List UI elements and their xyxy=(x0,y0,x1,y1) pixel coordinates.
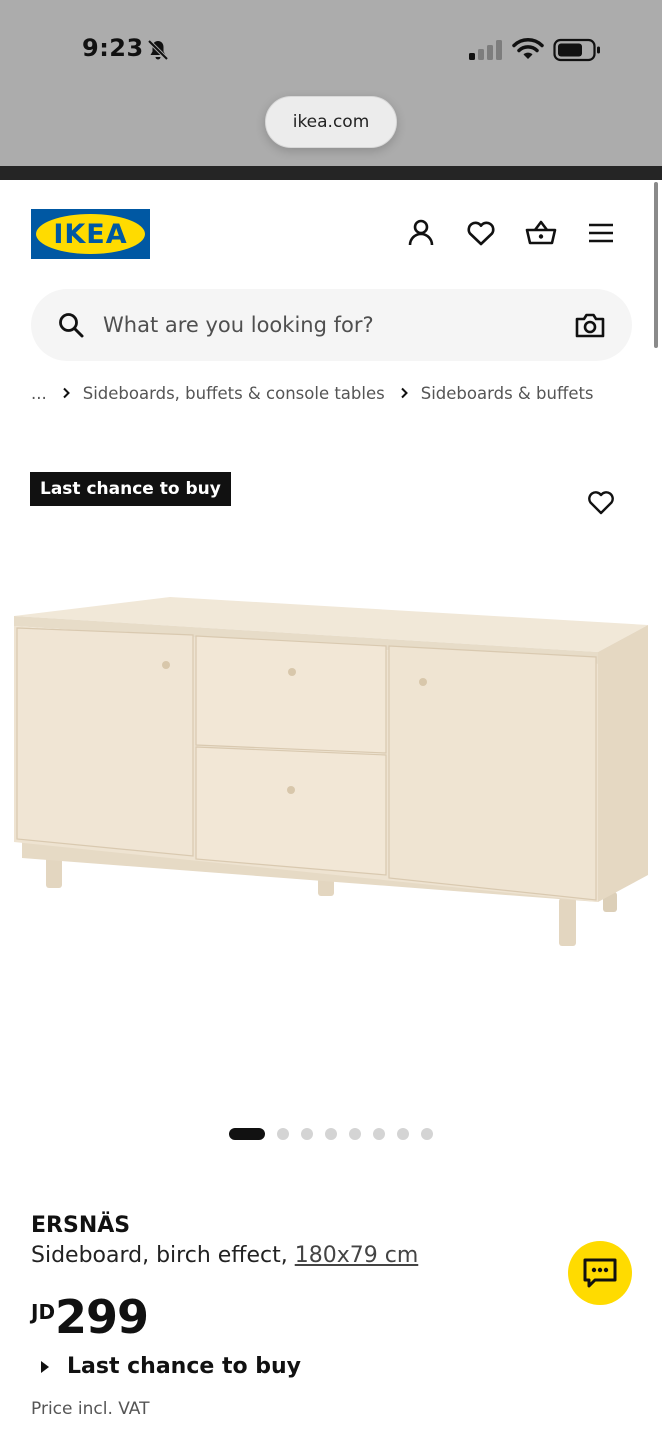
caret-right-icon xyxy=(41,1360,49,1373)
breadcrumb-item[interactable]: Sideboards, buffets & console tables xyxy=(83,384,385,403)
price-vat-note: Price incl. VAT xyxy=(31,1399,150,1419)
shopping-basket-icon[interactable] xyxy=(524,216,558,250)
carousel-dot[interactable] xyxy=(349,1128,361,1140)
url-bar[interactable]: ikea.com xyxy=(265,96,397,148)
cellular-signal-icon xyxy=(469,40,502,60)
camera-icon[interactable] xyxy=(574,311,606,339)
logo-text: IKEA xyxy=(53,218,128,250)
search-bar[interactable] xyxy=(31,289,632,361)
search-input[interactable] xyxy=(103,305,543,345)
last-chance-toggle[interactable]: Last chance to buy xyxy=(40,1354,301,1379)
chevron-right-icon xyxy=(401,387,408,399)
browser-toolbar-edge xyxy=(0,166,662,180)
profile-icon[interactable] xyxy=(404,216,438,250)
carousel-dot[interactable] xyxy=(373,1128,385,1140)
chevron-right-icon xyxy=(63,387,70,399)
status-time: 9:23 xyxy=(82,34,144,62)
price-currency: JD xyxy=(31,1300,56,1324)
product-type: Sideboard, birch effect, xyxy=(31,1243,288,1268)
last-chance-badge: Last chance to buy xyxy=(30,472,231,506)
carousel-dot-active[interactable] xyxy=(229,1128,265,1140)
page-scrollbar[interactable] xyxy=(654,182,658,348)
wifi-icon xyxy=(512,38,544,59)
carousel-dot[interactable] xyxy=(301,1128,313,1140)
logo-oval: IKEA xyxy=(36,214,145,254)
product-price: JD 299 xyxy=(31,1290,149,1344)
carousel-dot[interactable] xyxy=(397,1128,409,1140)
carousel-dot[interactable] xyxy=(421,1128,433,1140)
product-name: ERSNÄS xyxy=(31,1213,131,1238)
bell-slash-icon xyxy=(147,39,169,61)
battery-icon xyxy=(553,38,600,62)
heart-icon[interactable] xyxy=(464,216,498,250)
carousel-dot[interactable] xyxy=(325,1128,337,1140)
breadcrumb-item[interactable]: Sideboards & buffets xyxy=(421,384,594,403)
last-chance-label: Last chance to buy xyxy=(67,1354,302,1379)
chat-icon xyxy=(583,1258,617,1288)
search-icon xyxy=(59,313,84,338)
chat-button[interactable] xyxy=(568,1241,632,1305)
image-carousel-indicator[interactable] xyxy=(229,1127,445,1141)
breadcrumb-ellipsis[interactable]: ... xyxy=(31,384,47,403)
breadcrumb: ... Sideboards, buffets & console tables… xyxy=(31,381,594,405)
carousel-dot[interactable] xyxy=(277,1128,289,1140)
add-to-favourites-heart-icon[interactable] xyxy=(585,486,617,518)
ikea-logo[interactable]: IKEA xyxy=(31,209,150,259)
product-image-sideboard[interactable] xyxy=(0,580,662,1000)
browser-chrome: 9:23 ikea.com xyxy=(0,0,662,166)
price-amount: 299 xyxy=(55,1290,149,1344)
product-description: Sideboard, birch effect, 180x79 cm xyxy=(31,1243,418,1268)
product-dimensions-link[interactable]: 180x79 cm xyxy=(295,1243,419,1268)
menu-icon[interactable] xyxy=(584,216,618,250)
